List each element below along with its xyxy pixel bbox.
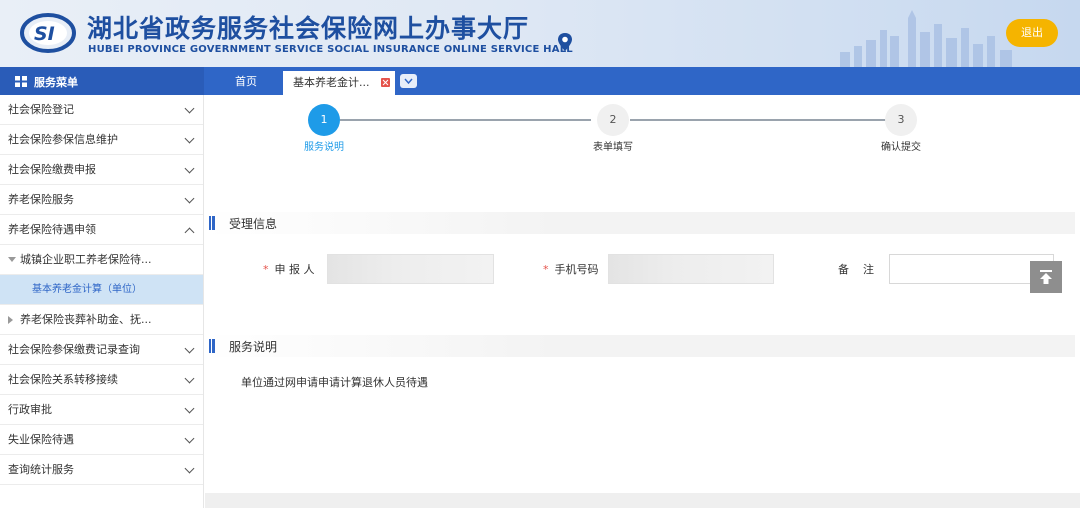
- chevron-up-icon: [184, 227, 195, 238]
- sidebar-item-registration[interactable]: 社会保险登记: [0, 95, 203, 125]
- sidebar-item-label: 社会保险关系转移接续: [8, 373, 118, 386]
- sidebar-leaf-basic-pension-calc[interactable]: 基本养老金计算（单位）: [0, 275, 203, 305]
- sidebar-item-label: 养老保险服务: [8, 193, 74, 206]
- sidebar-menu: 社会保险登记 社会保险参保信息维护 社会保险缴费申报 养老保险服务 养老保险待遇…: [0, 95, 204, 508]
- back-to-top-button[interactable]: [1030, 261, 1062, 293]
- logo-text: SI: [34, 23, 55, 45]
- sidebar-item-admin-approval[interactable]: 行政审批: [0, 395, 203, 425]
- sidebar-item-statistics-query[interactable]: 查询统计服务: [0, 455, 203, 485]
- site-subtitle: HUBEI PROVINCE GOVERNMENT SERVICE SOCIAL…: [88, 44, 573, 55]
- top-nav-bar: 服务菜单 首页 基本养老金计...: [0, 67, 1080, 95]
- main-content: 1 服务说明 2 表单填写 3 确认提交 受理信息 * 申 报 人 * 手机号码 备…: [205, 95, 1080, 508]
- phone-field[interactable]: [608, 254, 774, 284]
- sidebar-subitem-urban-employee-pension[interactable]: 城镇企业职工养老保险待...: [0, 245, 203, 275]
- chevron-down-icon: [184, 373, 195, 384]
- close-tab-icon[interactable]: [381, 78, 390, 87]
- chevron-down-icon: [184, 133, 195, 144]
- sidebar-item-label: 失业保险待遇: [8, 433, 74, 446]
- remark-label: 备 注: [838, 263, 874, 276]
- header-banner: SI 湖北省政务服务社会保险网上办事大厅 HUBEI PROVINCE GOVE…: [0, 0, 1080, 67]
- section-marker-icon: [211, 339, 215, 353]
- sidebar-item-payment-record-query[interactable]: 社会保险参保缴费记录查询: [0, 335, 203, 365]
- chevron-down-icon: [184, 463, 195, 474]
- sidebar-item-label: 社会保险参保缴费记录查询: [8, 343, 140, 356]
- chevron-down-icon: [184, 193, 195, 204]
- section-header-service: 服务说明: [205, 335, 1075, 357]
- chevron-down-icon: [184, 433, 195, 444]
- sidebar-item-label: 社会保险登记: [8, 103, 74, 116]
- step-connector: [630, 119, 886, 121]
- sidebar-item-label: 行政审批: [8, 403, 52, 416]
- sidebar-item-payment-declaration[interactable]: 社会保险缴费申报: [0, 155, 203, 185]
- triangle-down-icon: [8, 257, 16, 262]
- applicant-field[interactable]: [327, 254, 494, 284]
- tab-label: 基本养老金计...: [293, 76, 370, 89]
- service-menu-title: 服务菜单: [34, 76, 78, 89]
- arrow-up-to-top-icon: [1040, 270, 1052, 284]
- sidebar-item-label: 养老保险待遇申领: [8, 223, 96, 236]
- step-1-label: 服务说明: [304, 142, 344, 153]
- city-skyline-decoration: [840, 10, 1012, 67]
- remark-input[interactable]: [890, 255, 1053, 283]
- sidebar-subitem-funeral-subsidy[interactable]: 养老保险丧葬补助金、抚...: [0, 305, 203, 335]
- tab-dropdown-icon[interactable]: [400, 74, 417, 88]
- social-insurance-logo: SI: [20, 13, 76, 53]
- sidebar-item-label: 查询统计服务: [8, 463, 74, 476]
- sidebar-item-unemployment-benefit[interactable]: 失业保险待遇: [0, 425, 203, 455]
- sidebar-item-info-maintenance[interactable]: 社会保险参保信息维护: [0, 125, 203, 155]
- sidebar-item-label: 社会保险缴费申报: [8, 163, 96, 176]
- bottom-divider: [205, 493, 1080, 508]
- tab-basic-pension-calc[interactable]: 基本养老金计...: [283, 71, 395, 95]
- section-title-intake: 受理信息: [229, 217, 278, 231]
- step-1-circle: 1: [308, 104, 340, 136]
- triangle-right-icon: [8, 316, 13, 324]
- phone-input[interactable]: [609, 255, 773, 283]
- site-title: 湖北省政务服务社会保险网上办事大厅: [87, 14, 530, 43]
- chevron-down-icon: [184, 163, 195, 174]
- chevron-down-icon: [184, 343, 195, 354]
- sidebar-item-label: 城镇企业职工养老保险待...: [20, 253, 152, 266]
- step-connector: [340, 119, 591, 121]
- required-mark: *: [263, 263, 269, 276]
- map-pin-icon: [558, 33, 572, 51]
- logout-button[interactable]: 退出: [1006, 19, 1058, 47]
- sidebar-item-relationship-transfer[interactable]: 社会保险关系转移接续: [0, 365, 203, 395]
- phone-label: * 手机号码: [543, 263, 599, 276]
- applicant-label: * 申 报 人: [263, 263, 315, 276]
- step-2-circle: 2: [597, 104, 629, 136]
- applicant-input[interactable]: [328, 255, 493, 283]
- service-menu-header: 服务菜单: [0, 67, 204, 95]
- step-3-label: 确认提交: [881, 142, 921, 153]
- sidebar-item-label: 养老保险丧葬补助金、抚...: [20, 313, 152, 326]
- sidebar-item-label: 社会保险参保信息维护: [8, 133, 118, 146]
- step-2-label: 表单填写: [593, 142, 633, 153]
- sidebar-item-pension-service[interactable]: 养老保险服务: [0, 185, 203, 215]
- step-3-circle: 3: [885, 104, 917, 136]
- chevron-down-icon: [184, 403, 195, 414]
- section-header-intake: 受理信息: [205, 212, 1075, 234]
- required-mark: *: [543, 263, 549, 276]
- section-title-service: 服务说明: [229, 340, 278, 354]
- sidebar-item-pension-benefit-claim[interactable]: 养老保险待遇申领: [0, 215, 203, 245]
- tab-home[interactable]: 首页: [216, 67, 276, 95]
- service-description-text: 单位通过网申请申请计算退休人员待遇: [241, 376, 428, 389]
- chevron-down-icon: [184, 103, 195, 114]
- section-marker-icon: [211, 216, 215, 230]
- grid-menu-icon: [15, 76, 27, 87]
